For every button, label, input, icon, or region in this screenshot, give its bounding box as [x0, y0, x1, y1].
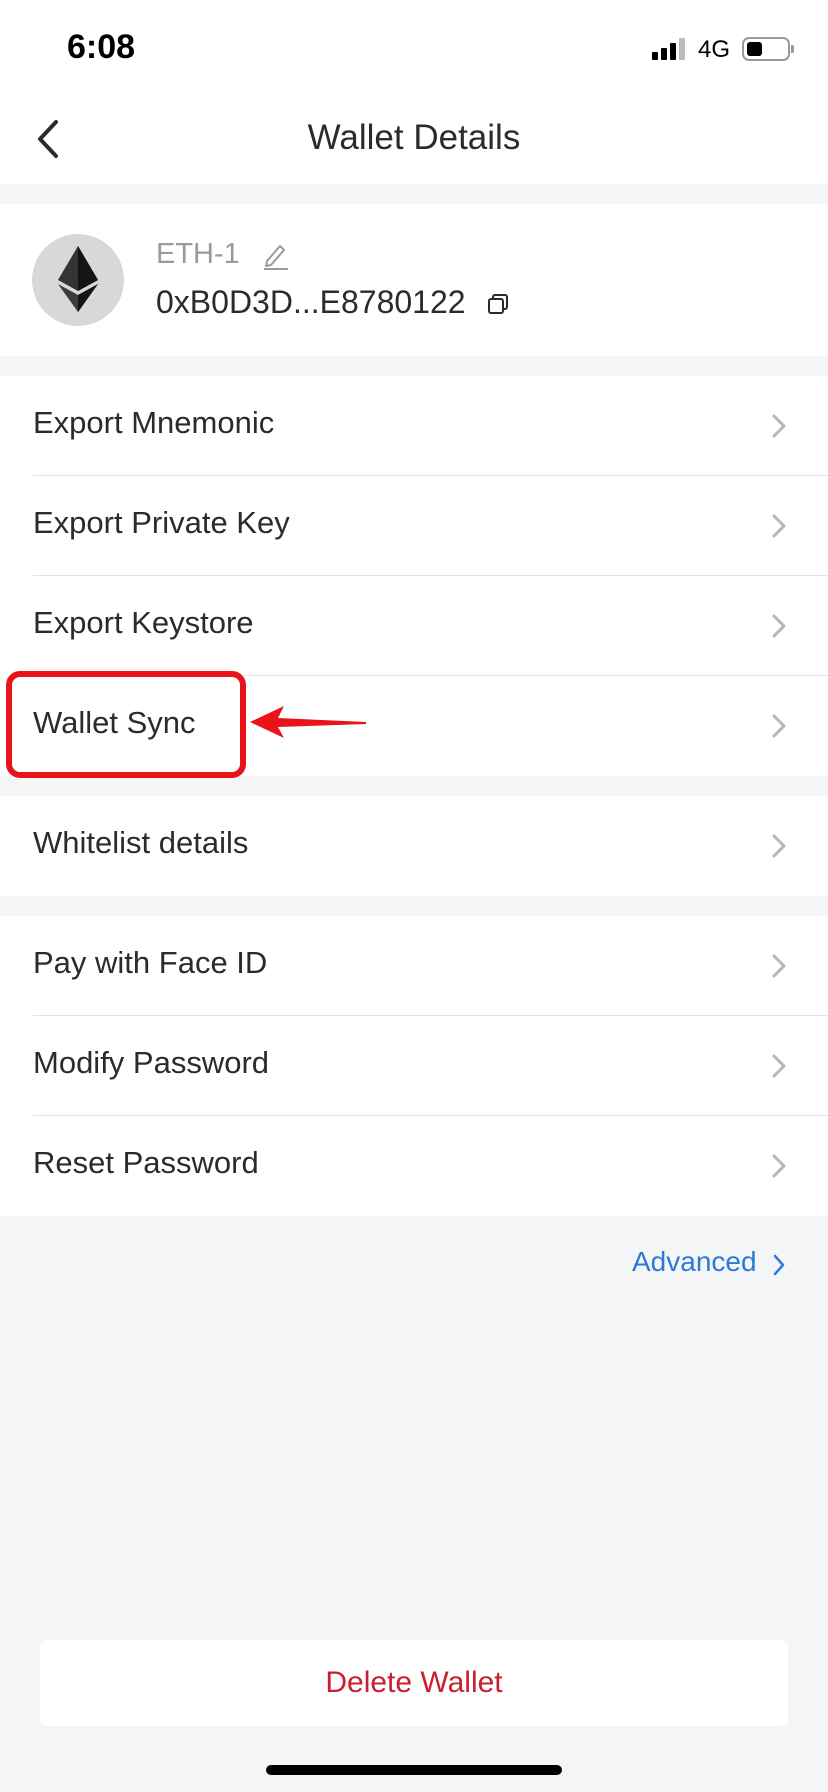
chevron-right-icon — [772, 514, 786, 538]
security-group: Pay with Face ID Modify Password Reset P… — [0, 916, 828, 1216]
menu-item-label: Export Mnemonic — [33, 405, 275, 440]
menu-item-export-mnemonic[interactable]: Export Mnemonic — [0, 376, 828, 476]
navigation-bar: Wallet Details — [0, 96, 828, 184]
copy-icon[interactable] — [487, 293, 509, 320]
edit-icon[interactable] — [262, 240, 288, 275]
menu-item-label: Pay with Face ID — [33, 945, 268, 980]
menu-item-export-private-key[interactable]: Export Private Key — [0, 476, 828, 576]
wallet-address: 0xB0D3D...E8780122 — [156, 284, 466, 320]
annotation-arrow-icon — [250, 706, 366, 738]
battery-tip — [791, 45, 794, 53]
home-indicator — [266, 1765, 562, 1775]
menu-item-label: Export Private Key — [33, 505, 290, 540]
menu-item-reset-password[interactable]: Reset Password — [0, 1116, 828, 1216]
chevron-right-icon — [772, 834, 786, 858]
chevron-right-icon[interactable] — [771, 1253, 787, 1277]
chevron-right-icon — [772, 1054, 786, 1078]
annotation-highlight-box — [6, 671, 246, 778]
wallet-card: ETH-1 0xB0D3D...E8780122 — [0, 204, 828, 356]
ethereum-icon — [58, 246, 98, 312]
menu-item-modify-password[interactable]: Modify Password — [0, 1016, 828, 1116]
chevron-right-icon — [772, 414, 786, 438]
status-time: 6:08 — [67, 28, 136, 66]
signal-icon — [652, 38, 688, 60]
network-type: 4G — [698, 36, 731, 63]
status-bar: 6:08 4G — [0, 0, 828, 96]
chevron-right-icon — [772, 1154, 786, 1178]
menu-item-pay-with-face-id[interactable]: Pay with Face ID — [0, 916, 828, 1016]
chevron-right-icon — [772, 954, 786, 978]
wallet-avatar — [32, 234, 124, 326]
menu-item-label: Modify Password — [33, 1045, 270, 1080]
wallet-name: ETH-1 — [156, 238, 240, 270]
page-title: Wallet Details — [307, 118, 521, 157]
delete-wallet-button[interactable]: Delete Wallet — [40, 1640, 788, 1726]
advanced-link[interactable]: Advanced — [632, 1246, 757, 1278]
menu-item-whitelist-details[interactable]: Whitelist details — [0, 796, 828, 896]
menu-item-label: Reset Password — [33, 1145, 259, 1180]
chevron-right-icon — [772, 714, 786, 738]
menu-item-label: Whitelist details — [33, 825, 249, 860]
battery-icon — [742, 37, 790, 61]
whitelist-group: Whitelist details — [0, 796, 828, 896]
chevron-right-icon — [772, 614, 786, 638]
menu-item-export-keystore[interactable]: Export Keystore — [0, 576, 828, 676]
menu-item-label: Export Keystore — [33, 605, 254, 640]
